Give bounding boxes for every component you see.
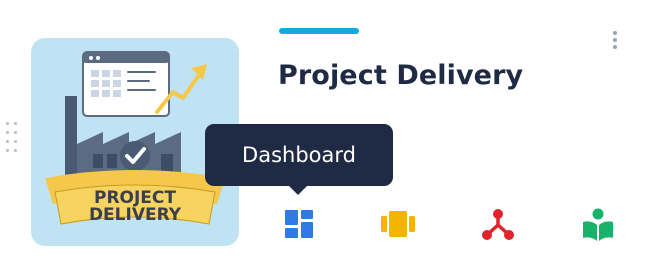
branch-flow-icon: [482, 209, 514, 240]
project-card: PROJECT DELIVERY Project Delivery c Dash…: [0, 0, 654, 274]
accent-bar: [279, 28, 359, 34]
dashboard-grid-icon: [285, 210, 313, 238]
layers-stack-icon: [381, 211, 415, 237]
reader-book-icon: [583, 208, 613, 241]
more-options-icon[interactable]: [604, 28, 626, 52]
tooltip-arrow: [288, 185, 308, 195]
drag-handle-icon[interactable]: [4, 122, 20, 160]
guide-button[interactable]: [578, 205, 618, 245]
stack-button[interactable]: [378, 205, 418, 245]
card-title[interactable]: Project Delivery: [278, 58, 523, 94]
tooltip: Dashboard: [205, 124, 393, 186]
flow-button[interactable]: [478, 205, 518, 245]
banner-line-2: DELIVERY: [89, 205, 182, 225]
dashboard-button[interactable]: [279, 205, 319, 245]
